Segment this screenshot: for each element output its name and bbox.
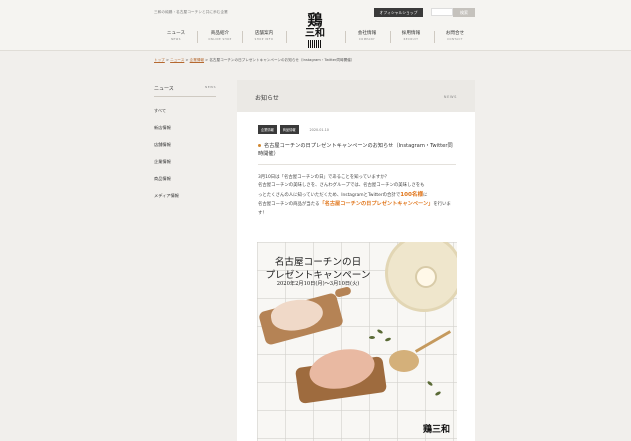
sidebar-title: ニュース — [154, 86, 174, 92]
breadcrumb-category[interactable]: 企業情報 — [190, 58, 204, 62]
nav-company[interactable]: 会社情報 COMPANY — [353, 30, 381, 45]
nav-sublabel: SHOP INFO — [254, 38, 274, 41]
sidebar-item-company-info[interactable]: 企業情報 — [154, 159, 216, 165]
sidebar-heading: ニュース NEWS — [154, 85, 216, 97]
nav-news[interactable]: ニュース NEWS — [163, 30, 189, 45]
page-title-en: NEWS — [443, 95, 457, 99]
article-header: お知らせ NEWS — [237, 80, 475, 112]
breadcrumb-home[interactable]: トップ — [154, 58, 165, 62]
body-text: っとたくさんの人に知っていただくため、InstagramとTwitterの合計で — [258, 192, 401, 198]
sidebar-item-media-info[interactable]: メディア情報 — [154, 193, 216, 199]
sidebar-title-en: NEWS — [204, 85, 216, 89]
sidebar-item-store-info[interactable]: 店舗情報 — [154, 142, 216, 148]
search-input[interactable] — [431, 8, 453, 16]
nav-divider — [242, 31, 243, 43]
logo-kanji-bottom: 三和 — [305, 28, 325, 39]
highlight-count: 100名様 — [400, 191, 424, 198]
site-logo[interactable]: 鶏 三和 — [301, 12, 329, 60]
category-badge[interactable]: 商品情報 — [279, 125, 299, 134]
post-date: 2020.01.10 — [309, 127, 329, 132]
nav-divider — [345, 31, 346, 43]
body-text: に — [423, 192, 428, 198]
breadcrumb-separator: > — [165, 58, 169, 62]
wooden-spoon — [389, 350, 419, 372]
nav-label: 会社情報 — [357, 31, 377, 36]
highlight-campaign: 「名古屋コーチンの日プレゼントキャンペーン」 — [319, 201, 434, 208]
post-title-text: 名古屋コーチンの日プレゼントキャンペーンのお知らせ（Instagram・Twit… — [258, 143, 453, 157]
nav-divider — [434, 31, 435, 43]
breadcrumb-news[interactable]: ニュース — [170, 58, 184, 62]
nav-sublabel: ONLINE SHOP — [208, 38, 232, 41]
post-body: 3月10日は「名古屋コーチンの日」であることを知っていますか？ 名古屋コーチンの… — [258, 174, 458, 218]
header-tagline: 三和の純鶏・名古屋コーチンと共に歩む企業 — [154, 10, 228, 14]
news-sidebar: ニュース NEWS すべて 新店情報 店舗情報 企業情報 商品情報 メディア情報 — [154, 85, 216, 199]
bullet-icon — [258, 144, 261, 147]
campaign-image: 名古屋コーチンの日 プレゼントキャンペーン 2020年2月10日(月)～3月10… — [257, 242, 457, 441]
search-button[interactable]: 検索 — [453, 8, 475, 17]
breadcrumb: トップ > ニュース > 企業情報 > 名古屋コーチンの日プレゼントキャンペーン… — [154, 58, 354, 63]
logo-pattern — [308, 40, 322, 48]
nav-divider — [286, 31, 287, 43]
news-article: お知らせ NEWS 企業情報 商品情報 2020.01.10 名古屋コーチンの日… — [237, 80, 475, 441]
category-badge[interactable]: 企業情報 — [258, 125, 277, 134]
nav-sublabel: NEWS — [171, 38, 181, 41]
nav-sublabel: CONTACT — [447, 38, 463, 41]
nav-stores[interactable]: 店舗案内 SHOP INFO — [250, 30, 278, 45]
campaign-logo: 鶏三和 — [423, 425, 451, 435]
body-text: 名古屋コーチンの商品が当たる — [258, 202, 320, 208]
nav-contact[interactable]: お問合せ CONTACT — [441, 30, 469, 45]
sidebar-item-all[interactable]: すべて — [154, 108, 216, 114]
article-meta: 企業情報 商品情報 2020.01.10 — [258, 125, 329, 134]
body-text: 名古屋コーチンの美味しさを、さんわグループでは、名古屋コーチンの美味しさをも — [258, 183, 425, 189]
breadcrumb-current: 名古屋コーチンの日プレゼントキャンペーンのお知らせ（Instagram・Twit… — [209, 58, 355, 62]
nav-divider — [390, 31, 391, 43]
nav-products[interactable]: 商品紹介 ONLINE SHOP — [206, 30, 234, 45]
nav-label: 店舗案内 — [254, 31, 274, 36]
campaign-title-line1: 名古屋コーチンの日 — [274, 257, 362, 268]
nav-label: お問合せ — [445, 31, 465, 36]
post-title: 名古屋コーチンの日プレゼントキャンペーンのお知らせ（Instagram・Twit… — [258, 142, 456, 165]
page-title: お知らせ — [255, 95, 279, 102]
nav-sublabel: COMPANY — [358, 38, 376, 41]
sidebar-item-new-store[interactable]: 新店情報 — [154, 125, 216, 131]
sidebar-item-product-info[interactable]: 商品情報 — [154, 176, 216, 182]
nav-label: 採用情報 — [401, 31, 421, 36]
pot-knob — [415, 266, 437, 288]
nav-label: ニュース — [166, 31, 186, 36]
body-text: 3月10日は「名古屋コーチンの日」であることを知っていますか？ — [258, 175, 390, 180]
nav-divider — [197, 31, 198, 43]
logo-kanji-top: 鶏 — [307, 11, 323, 29]
campaign-title-line2: プレゼントキャンペーン — [265, 270, 371, 281]
campaign-dates: 2020年2月10日(月)～3月10日(火) — [276, 281, 360, 287]
breadcrumb-separator: > — [205, 58, 209, 62]
nav-label: 商品紹介 — [210, 31, 230, 36]
leaf-decoration — [369, 336, 375, 339]
breadcrumb-separator: > — [185, 58, 189, 62]
official-shop-button[interactable]: オフィシャルショップ — [374, 8, 423, 17]
nav-sublabel: RECRUIT — [403, 38, 419, 41]
nav-recruit[interactable]: 採用情報 RECRUIT — [397, 30, 425, 45]
